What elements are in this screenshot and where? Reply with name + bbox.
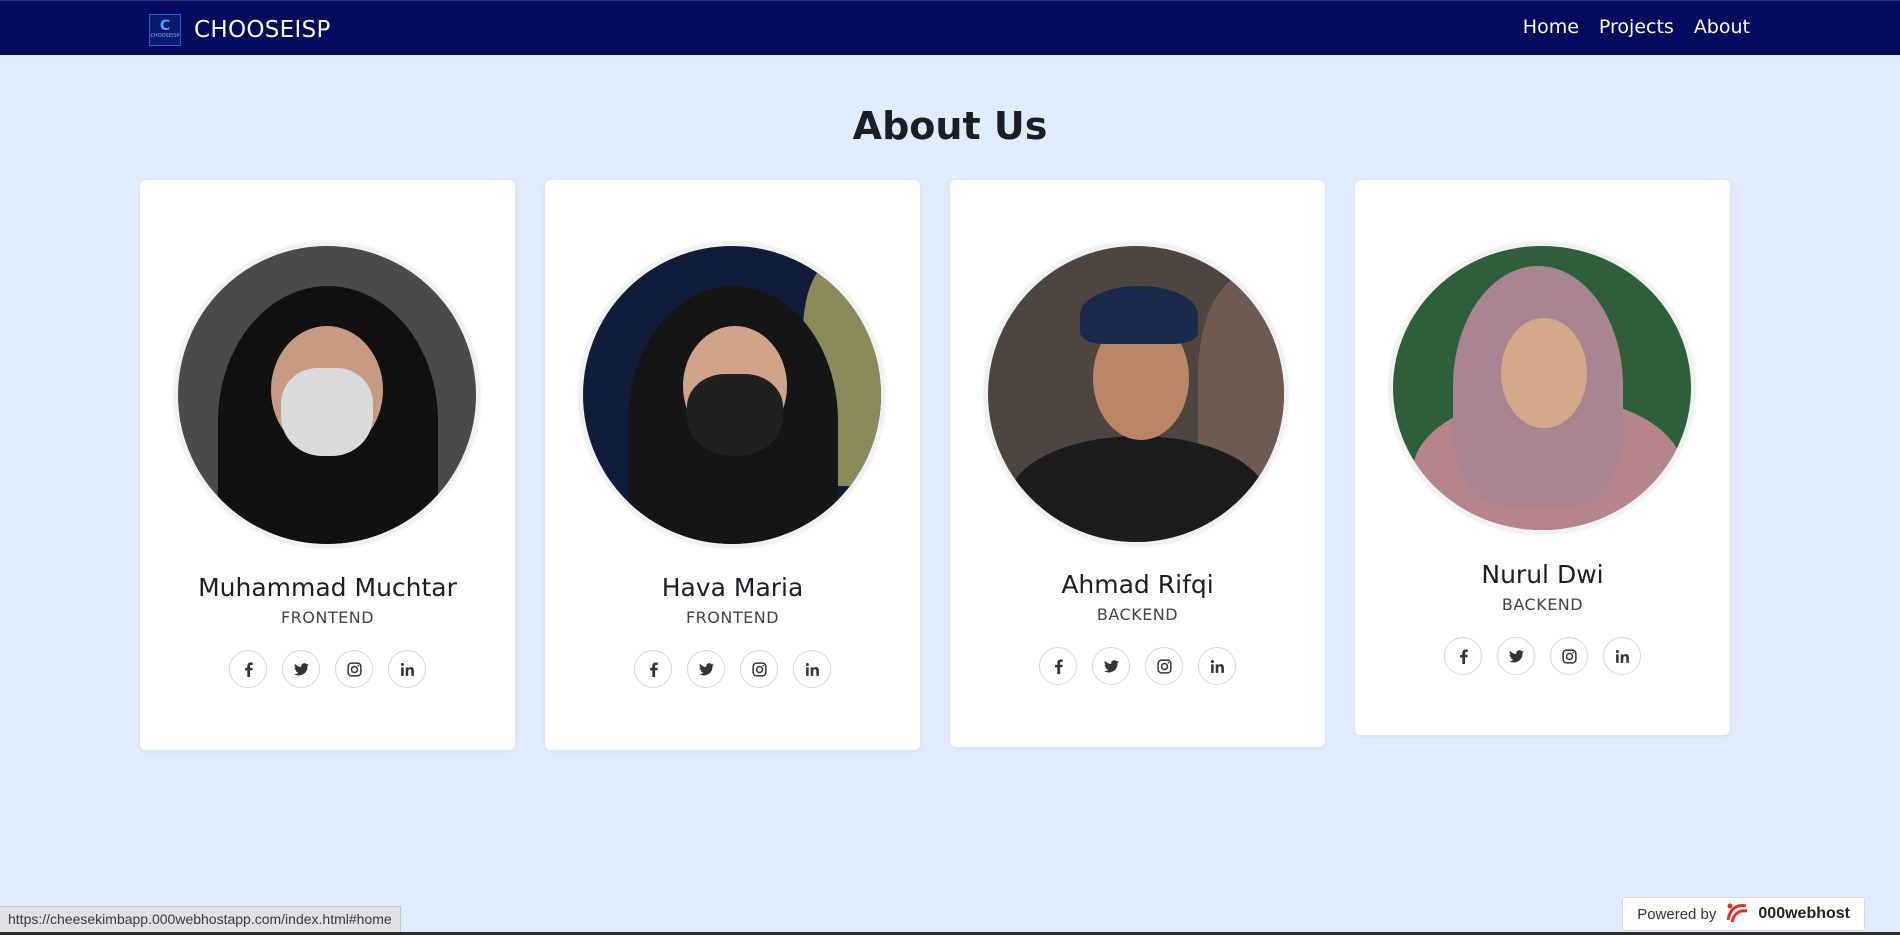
- logo-letter: C: [159, 18, 171, 34]
- navbar: C CHOOSEISP CHOOSEISP Home Projects Abou…: [0, 0, 1900, 55]
- member-role: BACKEND: [1096, 605, 1179, 624]
- nav-link-about[interactable]: About: [1694, 16, 1750, 38]
- linkedin-icon[interactable]: [388, 650, 426, 688]
- member-name: Muhammad Muchtar: [198, 573, 457, 602]
- page-title: About Us: [852, 104, 1048, 148]
- member-role: FRONTEND: [685, 608, 780, 627]
- linkedin-icon[interactable]: [1603, 637, 1641, 675]
- powered-by-label: Powered by: [1637, 905, 1717, 923]
- nav-link-projects[interactable]: Projects: [1599, 16, 1674, 38]
- facebook-icon[interactable]: [1039, 647, 1077, 685]
- facebook-icon[interactable]: [229, 650, 267, 688]
- brand-name[interactable]: CHOOSEISP: [194, 17, 331, 43]
- linkedin-icon[interactable]: [793, 650, 831, 688]
- member-role: FRONTEND: [280, 608, 375, 627]
- member-name: Hava Maria: [661, 573, 804, 602]
- twitter-icon[interactable]: [1092, 647, 1130, 685]
- twitter-icon[interactable]: [282, 650, 320, 688]
- avatar: [579, 242, 885, 548]
- twitter-icon[interactable]: [1497, 637, 1535, 675]
- member-card: Nurul Dwi BACKEND: [1355, 180, 1730, 735]
- powered-by-brand: 000webhost: [1758, 905, 1850, 922]
- powered-by-badge[interactable]: Powered by 000webhost: [1622, 897, 1865, 931]
- member-card: Hava Maria FRONTEND: [545, 180, 920, 750]
- facebook-icon[interactable]: [634, 650, 672, 688]
- member-card: Ahmad Rifqi BACKEND: [950, 180, 1325, 747]
- brand-logo: C CHOOSEISP: [149, 14, 181, 46]
- twitter-icon[interactable]: [687, 650, 725, 688]
- webhost-logo-icon: [1724, 900, 1750, 929]
- social-links: [140, 650, 515, 688]
- avatar: [1389, 242, 1695, 534]
- facebook-icon[interactable]: [1444, 637, 1482, 675]
- brand[interactable]: C CHOOSEISP CHOOSEISP: [149, 14, 331, 46]
- avatar: [174, 242, 480, 548]
- status-bar-url: https://cheesekimbapp.000webhostapp.com/…: [0, 906, 401, 933]
- social-links: [950, 647, 1325, 685]
- member-role: BACKEND: [1501, 595, 1584, 614]
- member-name: Ahmad Rifqi: [1061, 570, 1214, 599]
- instagram-icon[interactable]: [335, 650, 373, 688]
- nav-links: Home Projects About: [1523, 16, 1750, 38]
- nav-link-home[interactable]: Home: [1523, 16, 1579, 38]
- linkedin-icon[interactable]: [1198, 647, 1236, 685]
- social-links: [545, 650, 920, 688]
- logo-subtext: CHOOSEISP: [150, 33, 180, 39]
- instagram-icon[interactable]: [740, 650, 778, 688]
- instagram-icon[interactable]: [1550, 637, 1588, 675]
- social-links: [1355, 637, 1730, 675]
- instagram-icon[interactable]: [1145, 647, 1183, 685]
- member-card: Muhammad Muchtar FRONTEND: [140, 180, 515, 750]
- avatar: [984, 242, 1288, 546]
- member-name: Nurul Dwi: [1481, 560, 1604, 589]
